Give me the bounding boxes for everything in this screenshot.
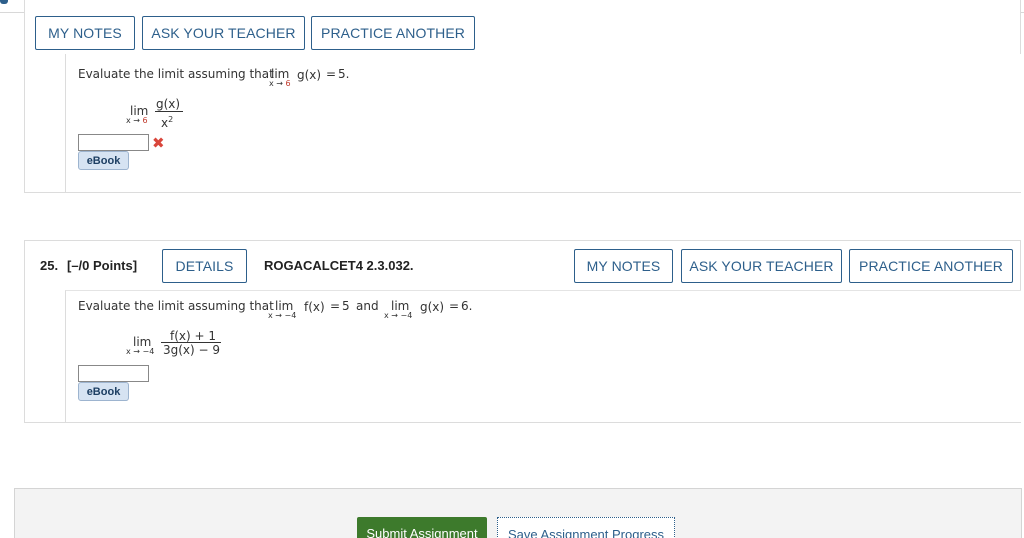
q24-expr-numerator: g(x) [156,97,181,111]
q24-ebook-button[interactable]: eBook [78,151,129,170]
q25-g-func: g(x) [420,300,445,314]
q25-prompt: Evaluate the limit assuming that [78,299,274,313]
q24-answer-field[interactable] [78,134,149,151]
practice-another-button[interactable]: PRACTICE ANOTHER [311,16,475,50]
q25-expr-numerator: f(x) + 1 [170,329,217,343]
q24-given-sub-value: 6 [282,79,291,88]
submit-assignment-button[interactable]: Submit Assignment [357,517,487,538]
q25-my-notes-button[interactable]: MY NOTES [574,249,673,283]
q24-given-eq: = [326,67,337,81]
ask-your-teacher-button[interactable]: ASK YOUR TEACHER [142,16,305,50]
q24-expr-sub-value: 6 [142,116,148,125]
save-assignment-progress-button[interactable]: Save Assignment Progress [497,517,675,538]
q24-given-value: 5. [338,67,350,81]
q25-f-func: f(x) [304,300,325,314]
q25-lim1-sub: x → −4 [268,311,297,320]
q24-fraction-bar [155,111,183,112]
q25-expr-sub: x → −4 [126,347,155,356]
q25-g-value: 6. [461,299,473,313]
q25-answer-field[interactable] [78,365,149,382]
q24-given-sub: x → 6 [269,79,291,88]
q25-details-button[interactable]: DETAILS [162,249,247,283]
q24-den-exponent: 2 [168,115,174,124]
q25-problem-code: ROGACALCET4 2.3.032. [264,258,414,273]
q25-eq2: = [449,299,460,313]
incorrect-x-icon: ✖ [152,135,165,152]
q25-points: [–/0 Points] [67,258,138,273]
q25-f-value: 5 [342,299,350,313]
q25-ebook-button[interactable]: eBook [78,382,129,401]
q24-given-func: g(x) [297,68,322,82]
q25-expr-denominator: 3g(x) − 9 [163,343,221,357]
q25-practice-another-button[interactable]: PRACTICE ANOTHER [849,249,1013,283]
q24-expr-sub-var: x → [126,116,140,125]
q24-expr-denominator: x2 [161,115,173,130]
q25-and: and [356,299,379,313]
q25-lim2-sub: x → −4 [384,311,413,320]
my-notes-button[interactable]: MY NOTES [35,16,135,50]
q25-ask-your-teacher-button[interactable]: ASK YOUR TEACHER [681,249,842,283]
q24-prompt: Evaluate the limit assuming that [78,67,274,81]
q24-expr-sub: x → 6 [126,116,148,125]
q25-number: 25. [40,258,59,273]
clipped-icon [0,0,8,4]
q25-eq1: = [330,299,341,313]
